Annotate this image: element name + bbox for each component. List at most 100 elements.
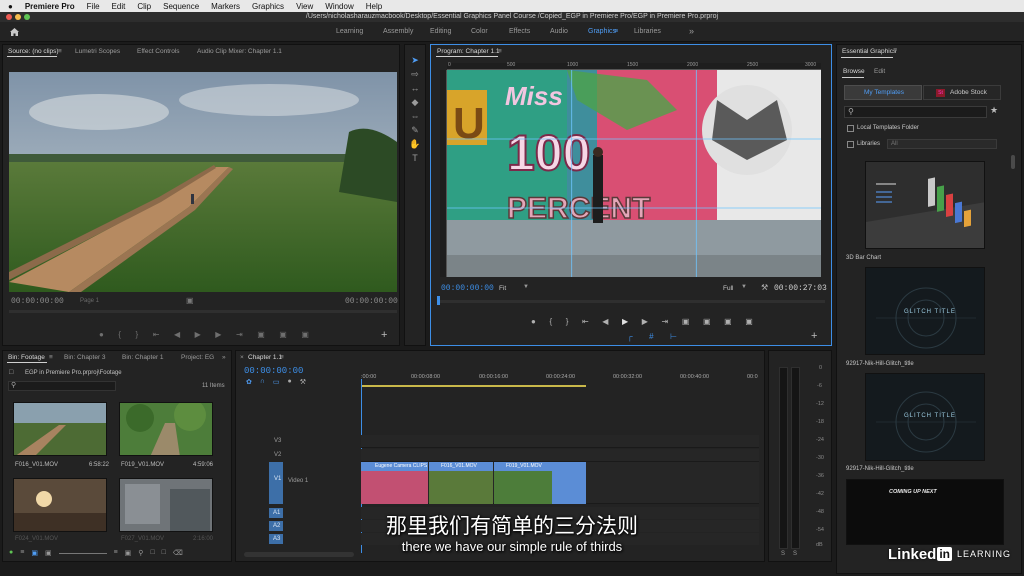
tab-effect-controls[interactable]: Effect Controls [137,48,180,55]
guides-grid-icon[interactable]: # [649,332,653,342]
fit-chevron-down-icon[interactable]: ▼ [523,284,529,290]
razor-tool-icon[interactable]: ◆ [405,97,425,111]
program-video-frame[interactable]: U Miss 100 PERCENT [447,70,821,277]
eg-search-input[interactable]: ⚲ [844,106,987,118]
go-to-in-icon[interactable]: ⇤ [153,330,160,342]
timeline-ruler[interactable]: :00:00 00:00:08:00 00:00:16:00 00:00:24:… [361,372,759,388]
tab-browse[interactable]: Browse [843,68,865,75]
quality-chevron-down-icon[interactable]: ▼ [741,284,747,290]
extract-icon[interactable]: ▣ [703,317,711,329]
hand-tool-icon[interactable]: ✋ [405,139,425,153]
workspace-color[interactable]: Color [471,28,488,35]
track-label-v2[interactable]: V2 [274,452,281,458]
track-label-v3[interactable]: V3 [274,438,281,444]
program-timecode-left[interactable]: 00:00:00:00 [441,284,494,293]
menu-view[interactable]: View [296,2,313,11]
minimize-window-icon[interactable] [15,14,21,20]
timeline-menu-icon[interactable]: ≡ [280,354,284,361]
pen-tool-icon[interactable]: ✎ [405,125,425,139]
step-forward-icon[interactable]: ▶ [215,330,221,342]
slip-tool-icon[interactable]: ⇔ [405,111,425,125]
add-marker-icon[interactable]: ● [288,378,292,388]
menu-markers[interactable]: Markers [211,2,240,11]
go-to-in-icon[interactable]: ⇤ [582,317,589,329]
lift-icon[interactable]: ▣ [682,317,690,329]
timeline-clip[interactable]: F019_V01.MOV [494,462,586,504]
menu-edit[interactable]: Edit [112,2,126,11]
clip-thumbnail[interactable] [119,402,213,456]
libraries-select[interactable]: All [887,139,997,149]
tab-lumetri-scopes[interactable]: Lumetri Scopes [75,48,120,55]
menu-window[interactable]: Window [325,2,353,11]
close-tab-icon[interactable]: × [240,354,244,361]
timeline-clip[interactable]: F016_V01.MOV [429,462,493,504]
home-icon[interactable] [9,27,20,37]
workspace-audio[interactable]: Audio [550,28,568,35]
timeline-timecode[interactable]: 00:00:00:00 [244,366,303,376]
overwrite-icon[interactable]: ▣ [279,330,287,342]
play-icon[interactable]: ▶ [622,317,628,329]
program-add-button-icon[interactable]: + [811,330,817,342]
export-frame-icon[interactable]: ▣ [724,317,732,329]
safe-margins-icon[interactable]: ┌ [627,332,633,342]
type-tool-icon[interactable]: T [405,153,425,167]
source-settings-icon[interactable]: ▣ [186,296,194,305]
ripple-edit-tool-icon[interactable]: ↔ [405,83,425,97]
menu-clip[interactable]: Clip [137,2,151,11]
local-templates-checkbox[interactable] [847,125,854,132]
play-icon[interactable]: ▶ [195,330,201,342]
source-timecode-left[interactable]: 00:00:00:00 [11,297,64,306]
workspace-editing[interactable]: Editing [430,28,451,35]
linked-selection-icon[interactable]: ▭ [273,378,280,388]
program-fit-select[interactable]: Fit [499,285,506,292]
track-label-v1[interactable]: V1 [274,476,281,482]
program-scrub-bar[interactable] [437,300,825,303]
snap-icon[interactable]: ∩ [260,378,265,388]
bin-tab-menu-icon[interactable]: ≡ [49,354,53,361]
go-to-out-icon[interactable]: ⇥ [662,317,669,329]
tab-menu-icon[interactable]: ≡ [58,48,62,55]
eg-menu-icon[interactable]: ≡ [893,47,897,54]
go-to-out-icon[interactable]: ⇥ [236,330,243,342]
adobe-stock-button[interactable]: St Adobe Stock [923,85,1001,100]
export-frame-icon[interactable]: ▣ [301,330,309,342]
wrench-icon[interactable]: ⚒ [761,283,768,292]
menu-help[interactable]: Help [366,2,382,11]
maximize-window-icon[interactable] [24,14,30,20]
bin-search-input[interactable]: ⚲ [8,381,116,391]
tab-project[interactable]: Project: EG [181,354,214,361]
workspace-libraries[interactable]: Libraries [634,28,661,35]
workspace-learning[interactable]: Learning [336,28,363,35]
libraries-checkbox[interactable] [847,141,854,148]
tab-bin-chapter-3[interactable]: Bin: Chapter 3 [64,354,106,361]
track-target-v1[interactable] [269,462,283,504]
tab-sequence[interactable]: Chapter 1.1 [248,354,282,361]
insert-icon[interactable]: ▣ [257,330,265,342]
add-marker-icon[interactable]: ● [99,330,104,342]
menu-file[interactable]: File [87,2,100,11]
close-window-icon[interactable] [6,14,12,20]
compare-icon[interactable]: ▣ [745,317,753,329]
more-tabs-icon[interactable]: » [222,354,226,361]
timeline-clip[interactable]: Eugene Camera CLIPS [361,462,428,504]
template-thumbnail[interactable] [865,161,985,249]
source-timecode-right[interactable]: 00:00:00:00 [345,297,398,306]
snap-guides-icon[interactable]: ⊢ [670,332,677,342]
track-select-tool-icon[interactable]: ⇨ [405,69,425,83]
program-timecode-right[interactable]: 00:00:27:03 [774,284,827,293]
step-back-icon[interactable]: ◀ [602,317,608,329]
template-thumbnail[interactable]: GLITCH TITLE [865,373,985,461]
apple-icon[interactable]: ● [8,2,13,11]
favorite-star-icon[interactable]: ★ [990,105,998,116]
nest-icon[interactable]: ✿ [246,378,252,388]
tab-audio-clip-mixer[interactable]: Audio Clip Mixer: Chapter 1.1 [197,48,282,55]
mark-in-icon[interactable]: { [549,317,552,329]
workspace-more-icon[interactable]: » [689,26,694,36]
eg-scrollbar[interactable] [1011,155,1015,169]
mark-out-icon[interactable]: } [566,317,569,329]
program-quality-select[interactable]: Full [723,285,733,292]
program-playhead[interactable] [437,296,440,305]
workspace-assembly[interactable]: Assembly [383,28,413,35]
clip-thumbnail[interactable] [13,402,107,456]
tab-source[interactable]: Source: (no clips) [8,48,59,55]
